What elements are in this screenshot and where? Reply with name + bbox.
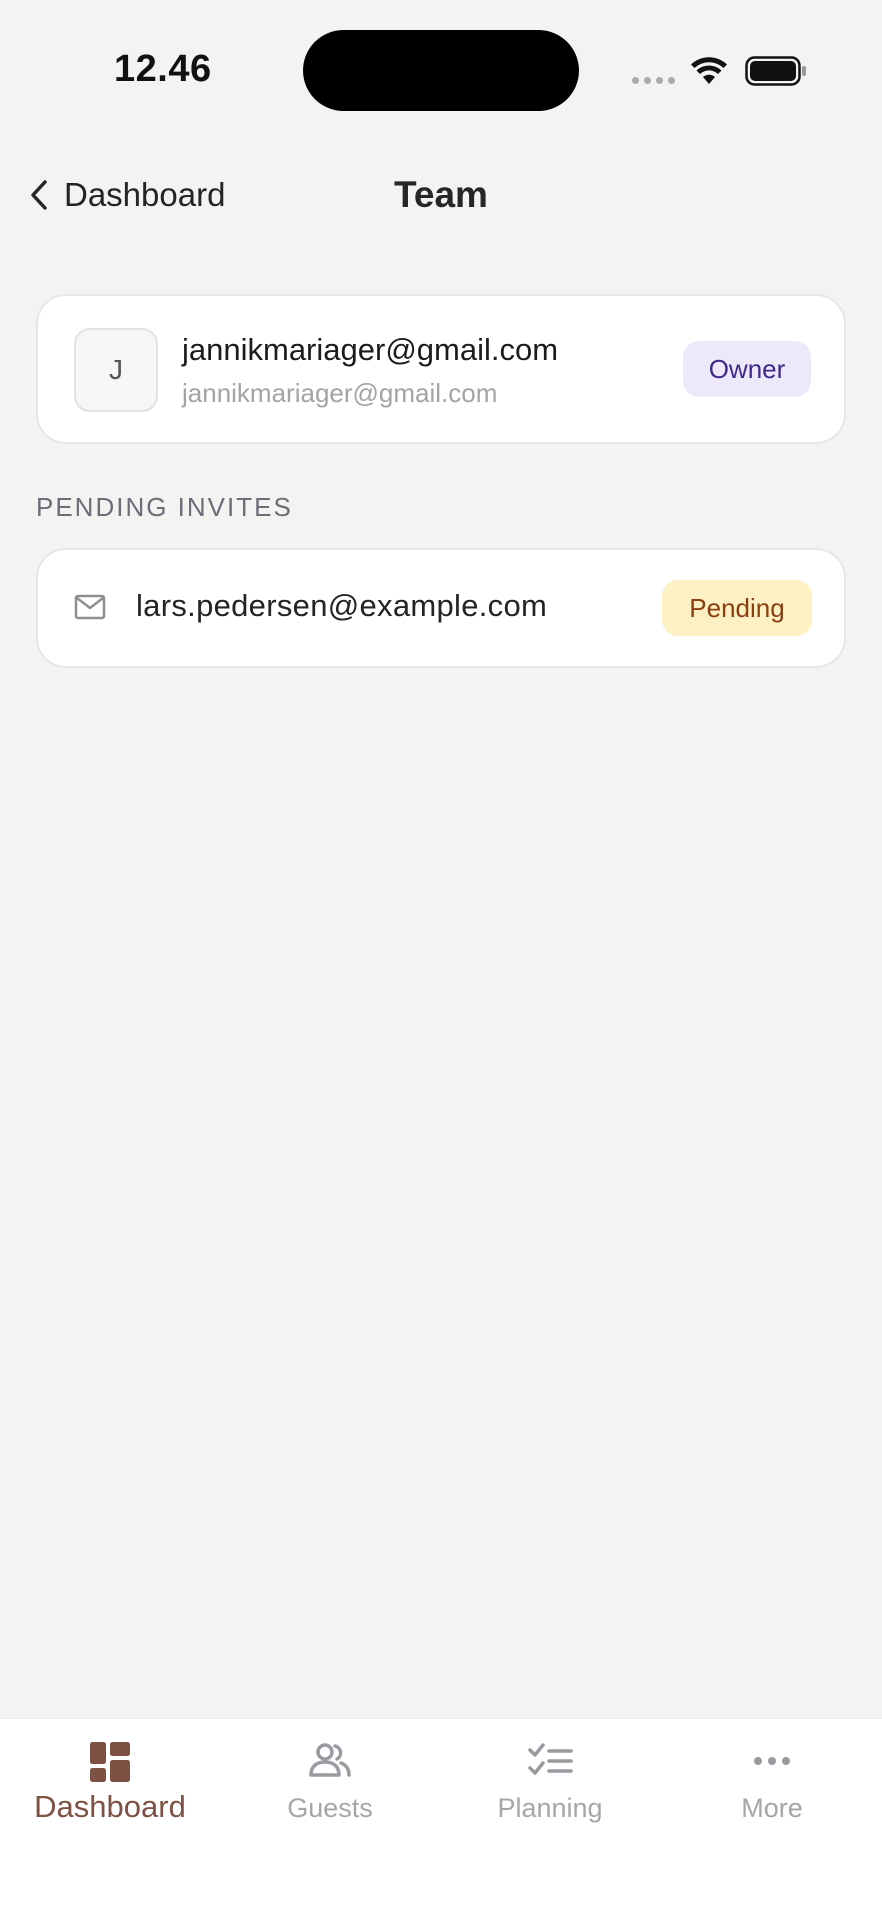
- status-bar: 12.46: [0, 0, 882, 140]
- tab-dashboard[interactable]: Dashboard: [0, 1719, 220, 1859]
- mail-icon: [74, 594, 106, 620]
- page-title: Team: [394, 174, 488, 215]
- owner-badge: Owner: [683, 341, 811, 397]
- tab-label: Planning: [497, 1793, 603, 1823]
- member-name: jannikmariager@gmail.com: [182, 332, 559, 367]
- more-icon: [754, 1757, 790, 1765]
- pending-invite-card[interactable]: lars.pedersen@example.com Pending: [36, 548, 846, 668]
- guests-icon: [309, 1743, 351, 1777]
- dynamic-island: [303, 30, 579, 111]
- navigation-bar: Dashboard Team: [0, 160, 882, 236]
- tab-more[interactable]: More: [662, 1719, 882, 1859]
- status-time: 12.46: [114, 48, 212, 90]
- planning-icon: [528, 1743, 573, 1775]
- pending-badge: Pending: [662, 580, 812, 636]
- wifi-icon: [691, 57, 727, 84]
- tab-guests[interactable]: Guests: [220, 1719, 440, 1859]
- tab-label: Guests: [287, 1793, 373, 1823]
- avatar: J: [74, 328, 158, 412]
- team-member-card[interactable]: J jannikmariager@gmail.com jannikmariage…: [36, 294, 846, 444]
- battery-icon: [745, 56, 806, 86]
- dashboard-icon: [90, 1742, 130, 1782]
- tab-bar: Dashboard Guests Planning More: [0, 1718, 882, 1920]
- cellular-signal-icon: [632, 77, 675, 84]
- tab-planning[interactable]: Planning: [440, 1719, 660, 1859]
- member-email: jannikmariager@gmail.com: [182, 378, 498, 408]
- tab-label: More: [741, 1793, 803, 1823]
- invite-email: lars.pedersen@example.com: [136, 588, 548, 623]
- pending-invites-header: PENDING INVITES: [36, 492, 293, 522]
- tab-label: Dashboard: [34, 1789, 186, 1824]
